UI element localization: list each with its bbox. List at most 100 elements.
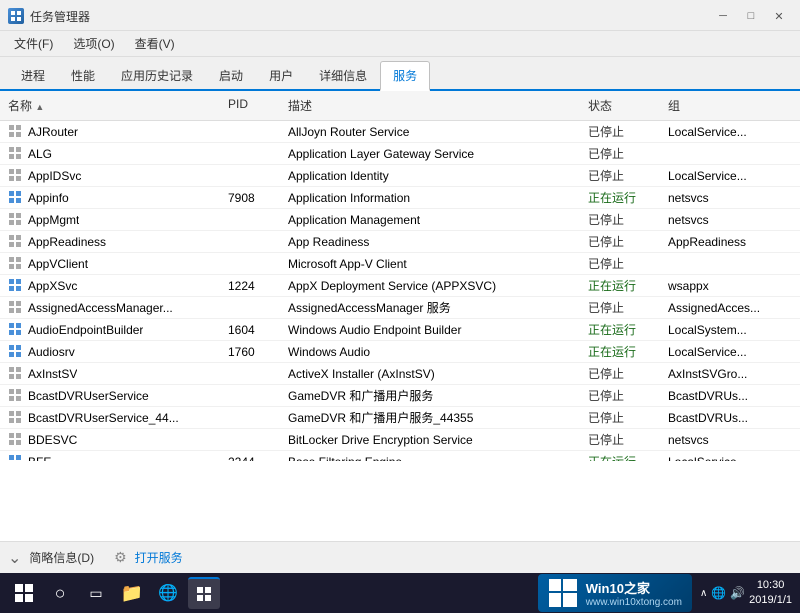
close-button[interactable]: ✕: [766, 6, 792, 26]
service-name: BDESVC: [0, 430, 220, 450]
service-pid: [220, 306, 280, 310]
summary-label[interactable]: 简略信息(D): [29, 549, 94, 566]
service-desc: Application Information: [280, 189, 580, 207]
service-desc: Application Layer Gateway Service: [280, 145, 580, 163]
minimize-button[interactable]: ─: [710, 6, 736, 26]
service-desc: Microsoft App-V Client: [280, 255, 580, 273]
service-group: [660, 262, 780, 266]
col-header-desc[interactable]: 描述: [280, 95, 580, 116]
browser-button[interactable]: 🌐: [152, 577, 184, 609]
task-manager-button[interactable]: [188, 577, 220, 609]
service-group: BcastDVRUs...: [660, 409, 780, 427]
title-bar-left: 任务管理器: [8, 8, 90, 25]
service-pid: 1224: [220, 277, 280, 295]
service-status: 正在运行: [580, 187, 660, 208]
table-row[interactable]: AppReadiness App Readiness 已停止 AppReadin…: [0, 231, 800, 253]
brand-url: www.win10xtong.com: [586, 597, 682, 608]
service-icon: [8, 168, 24, 184]
tray-chevron[interactable]: ∧: [700, 588, 707, 599]
col-header-name[interactable]: 名称 ▲: [0, 95, 220, 116]
table-row[interactable]: Appinfo 7908 Application Information 正在运…: [0, 187, 800, 209]
maximize-button[interactable]: □: [738, 6, 764, 26]
menu-options[interactable]: 选项(O): [67, 33, 120, 54]
service-icon: [8, 190, 24, 206]
tab-services[interactable]: 服务: [380, 61, 430, 91]
brand-title: Win10之家: [586, 578, 682, 597]
window-title: 任务管理器: [30, 8, 90, 25]
open-services-link[interactable]: 打开服务: [135, 549, 183, 566]
tab-startup[interactable]: 启动: [206, 61, 256, 89]
service-name: AppVClient: [0, 254, 220, 274]
service-status: 正在运行: [580, 319, 660, 340]
start-button[interactable]: [8, 577, 40, 609]
service-status: 正在运行: [580, 275, 660, 296]
col-header-pid[interactable]: PID: [220, 95, 280, 116]
menu-file[interactable]: 文件(F): [8, 33, 59, 54]
menu-view[interactable]: 查看(V): [129, 33, 181, 54]
service-group: netsvcs: [660, 211, 780, 229]
tab-processes[interactable]: 进程: [8, 61, 58, 89]
service-pid: [220, 152, 280, 156]
task-view-button[interactable]: ▭: [80, 577, 112, 609]
table-row[interactable]: BcastDVRUserService_44... GameDVR 和广播用户服…: [0, 407, 800, 429]
table-row[interactable]: BcastDVRUserService GameDVR 和广播用户服务 已停止 …: [0, 385, 800, 407]
service-name: AssignedAccessManager...: [0, 298, 220, 318]
service-status: 已停止: [580, 297, 660, 318]
service-desc: GameDVR 和广播用户服务: [280, 385, 580, 406]
menu-bar: 文件(F) 选项(O) 查看(V): [0, 31, 800, 57]
service-icon: [8, 388, 24, 404]
service-pid: 7908: [220, 189, 280, 207]
table-row[interactable]: AppIDSvc Application Identity 已停止 LocalS…: [0, 165, 800, 187]
service-desc: AppX Deployment Service (APPXSVC): [280, 277, 580, 295]
service-group: AppReadiness: [660, 233, 780, 251]
table-row[interactable]: AJRouter AllJoyn Router Service 已停止 Loca…: [0, 121, 800, 143]
service-pid: [220, 262, 280, 266]
table-row[interactable]: AudioEndpointBuilder 1604 Windows Audio …: [0, 319, 800, 341]
win10-branding: Win10之家 www.win10xtong.com: [538, 574, 692, 612]
service-desc: Application Management: [280, 211, 580, 229]
service-name: AxInstSV: [0, 364, 220, 384]
service-pid: [220, 130, 280, 134]
service-icon: [8, 454, 24, 462]
service-icon: [8, 344, 24, 360]
service-status: 已停止: [580, 407, 660, 428]
table-row[interactable]: AppXSvc 1224 AppX Deployment Service (AP…: [0, 275, 800, 297]
col-header-status[interactable]: 状态: [580, 95, 660, 116]
service-status: 已停止: [580, 363, 660, 384]
file-explorer-button[interactable]: 📁: [116, 577, 148, 609]
service-name: AppXSvc: [0, 276, 220, 296]
table-row[interactable]: BDESVC BitLocker Drive Encryption Servic…: [0, 429, 800, 451]
tab-details[interactable]: 详细信息: [306, 61, 380, 89]
service-name: AJRouter: [0, 122, 220, 142]
table-row[interactable]: BFE 2244 Base Filtering Engine 正在运行 Loca…: [0, 451, 800, 461]
tabs-bar: 进程 性能 应用历史记录 启动 用户 详细信息 服务: [0, 57, 800, 91]
table-row[interactable]: AssignedAccessManager... AssignedAccessM…: [0, 297, 800, 319]
clock[interactable]: 10:30 2019/1/1: [749, 578, 792, 609]
table-row[interactable]: ALG Application Layer Gateway Service 已停…: [0, 143, 800, 165]
table-body[interactable]: AJRouter AllJoyn Router Service 已停止 Loca…: [0, 121, 800, 461]
service-name: AppIDSvc: [0, 166, 220, 186]
tab-users[interactable]: 用户: [256, 61, 306, 89]
service-desc: AllJoyn Router Service: [280, 123, 580, 141]
taskbar-right: Win10之家 www.win10xtong.com ∧ 🌐 🔊 10:30 2…: [538, 574, 792, 612]
table-row[interactable]: AppMgmt Application Management 已停止 netsv…: [0, 209, 800, 231]
table-row[interactable]: AxInstSV ActiveX Installer (AxInstSV) 已停…: [0, 363, 800, 385]
sound-icon: 🔊: [730, 586, 745, 600]
col-header-group[interactable]: 组: [660, 95, 780, 116]
service-status: 已停止: [580, 121, 660, 142]
table-row[interactable]: AppVClient Microsoft App-V Client 已停止: [0, 253, 800, 275]
service-group: LocalService...: [660, 123, 780, 141]
service-icon: [8, 366, 24, 382]
service-icon: [8, 212, 24, 228]
gear-icon: ⚙: [114, 549, 127, 566]
service-name: Audiosrv: [0, 342, 220, 362]
service-name: AppReadiness: [0, 232, 220, 252]
services-table-container: 名称 ▲ PID 描述 状态 组 AJRouter AllJoyn: [0, 91, 800, 541]
tab-performance[interactable]: 性能: [58, 61, 108, 89]
search-button[interactable]: ○: [44, 577, 76, 609]
table-row[interactable]: Audiosrv 1760 Windows Audio 正在运行 LocalSe…: [0, 341, 800, 363]
service-pid: [220, 218, 280, 222]
tab-app-history[interactable]: 应用历史记录: [108, 61, 206, 89]
service-name: ALG: [0, 144, 220, 164]
service-pid: [220, 372, 280, 376]
